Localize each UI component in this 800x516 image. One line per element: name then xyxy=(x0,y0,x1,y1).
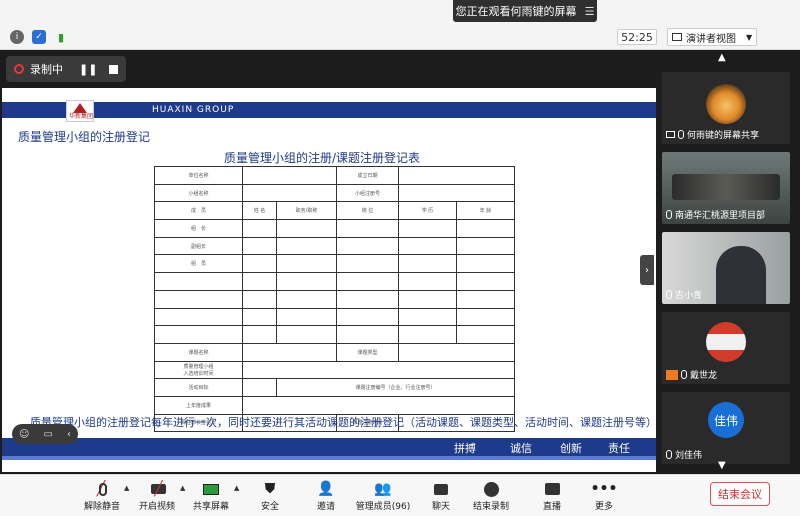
mic-icon xyxy=(666,210,672,219)
chat-button[interactable]: 聊天 xyxy=(428,479,454,512)
participant-tile[interactable]: 戴世龙 xyxy=(662,312,790,384)
live-icon xyxy=(544,479,560,499)
meeting-toolbar: ╱ 解除静音 ▲ ╱ 开启视频 ▲ 共享屏幕 ▲ ⛊ 安全 👤 邀请 👥 管理成… xyxy=(0,474,800,516)
meeting-timer: 52:25 xyxy=(617,29,657,45)
members-icon: 👥 xyxy=(374,481,392,497)
slide-note: 质量管理小组的注册登记每年进行一次，同时还要进行其活动课题的注册登记（活动课题、… xyxy=(30,416,656,429)
participant-name: 刘佳伟 xyxy=(675,451,703,461)
camera-off-icon: ╱ xyxy=(151,479,167,499)
meeting-room-video xyxy=(672,174,780,200)
mic-muted-icon: ╱ xyxy=(96,481,107,497)
floating-controls[interactable]: ☺ ▭ ‹ xyxy=(12,424,78,444)
participant-panel: ▲ 何雨键的屏幕共享 南通华汇桃源里项目部 吉小青 戴世龙 佳伟 刘佳伟 ▼ xyxy=(656,50,800,474)
table-row xyxy=(154,307,515,327)
info-icon[interactable]: i xyxy=(10,30,24,44)
avatar xyxy=(706,84,746,124)
avatar: 佳伟 xyxy=(708,402,744,438)
scroll-up-icon[interactable]: ▲ xyxy=(718,52,726,63)
table-row xyxy=(154,325,515,344)
participant-name: 吉小青 xyxy=(675,291,703,301)
view-selector-label: 演讲者视图 xyxy=(686,33,736,45)
person-video xyxy=(716,246,766,304)
avatar xyxy=(706,322,746,362)
recording-bar: 录制中 ❚❚ xyxy=(6,56,126,82)
pause-icon[interactable]: ❚❚ xyxy=(79,63,97,76)
chevron-up-icon[interactable]: ▲ xyxy=(124,484,129,492)
layout-icon xyxy=(672,33,682,41)
table-row: 组 长 xyxy=(154,219,515,238)
section-title: 质量管理小组的注册登记 xyxy=(18,130,151,144)
start-video-button[interactable]: ╱ 开启视频 xyxy=(136,479,178,512)
share-screen-button[interactable]: 共享屏幕 xyxy=(190,479,232,512)
manage-members-button[interactable]: 👥 管理成员(96) xyxy=(354,479,412,512)
participant-tile[interactable]: 吉小青 xyxy=(662,232,790,304)
table-row xyxy=(154,272,515,291)
table-row: 组 员 xyxy=(154,254,515,274)
stop-recording-button[interactable]: 结束录制 xyxy=(470,479,512,512)
motto-item: 创新 xyxy=(560,442,582,455)
motto-item: 责任 xyxy=(608,442,630,455)
table-row: 单位名称 成立日期 xyxy=(154,166,515,185)
recording-label: 录制中 xyxy=(30,63,63,76)
recording-dot-icon xyxy=(14,64,24,74)
participant-name: 南通华汇桃源里项目部 xyxy=(675,211,766,221)
banner-text: 您正在观看何雨键的屏幕 xyxy=(455,5,577,18)
table-row: 副组长 xyxy=(154,236,515,256)
table-row: 课题名称 课题类型 xyxy=(154,342,515,362)
participant-name: 戴世龙 xyxy=(690,371,718,381)
collapse-panel-button[interactable]: › xyxy=(640,255,654,285)
chevron-left-icon[interactable]: ‹ xyxy=(67,429,71,440)
emoji-icon[interactable]: ☺ xyxy=(19,429,29,440)
menu-icon[interactable]: ☰ xyxy=(585,5,595,18)
chevron-down-icon: ▼ xyxy=(746,32,753,42)
mic-icon xyxy=(678,130,684,139)
live-button[interactable]: 直播 xyxy=(540,479,564,512)
shield-icon[interactable]: ✓ xyxy=(32,30,46,44)
table-title: 质量管理小组的注册/课题注册登记表 xyxy=(224,151,421,165)
view-selector[interactable]: 演讲者视图 ▼ xyxy=(667,28,757,46)
chat-bubble-icon[interactable]: ▭ xyxy=(43,429,52,440)
table-row: 质量管理小组 入选培训时间 xyxy=(154,360,515,380)
invite-icon: 👤 xyxy=(317,481,335,497)
signal-icon[interactable]: ▮ xyxy=(54,30,68,44)
mic-icon xyxy=(666,290,672,299)
scroll-down-icon[interactable]: ▼ xyxy=(718,460,726,471)
share-screen-icon xyxy=(203,479,219,499)
participant-name: 何雨键的屏幕共享 xyxy=(687,131,760,141)
table-row: 小组名称 小组注册号 xyxy=(154,183,515,203)
table-row: 成 员姓 名职务/职称岗 位学 历年 龄 xyxy=(154,201,515,221)
participant-tile[interactable]: 佳伟 刘佳伟 xyxy=(662,392,790,464)
participant-tile[interactable]: 南通华汇桃源里项目部 xyxy=(662,152,790,224)
more-button[interactable]: ••• 更多 xyxy=(590,479,618,512)
registration-table: 单位名称 成立日期 小组名称 小组注册号 成 员姓 名职务/职称岗 位学 历年 龄 … xyxy=(154,166,515,433)
slide-footer xyxy=(2,438,656,456)
top-bar: 您正在观看何雨键的屏幕 ☰ i ✓ ▮ 52:25 演讲者视图 ▼ xyxy=(0,0,800,50)
company-logo: 华新集团 xyxy=(66,100,94,122)
user-icon xyxy=(666,369,678,380)
motto-item: 拼搏 xyxy=(454,442,476,455)
mic-icon xyxy=(666,450,672,459)
participant-tile[interactable]: 何雨键的屏幕共享 xyxy=(662,72,790,144)
chat-icon xyxy=(434,479,448,499)
table-row: 上年度成果 xyxy=(154,395,515,415)
motto-item: 诚信 xyxy=(510,442,532,455)
presentation-slide: HUAXIN GROUP 华新集团 质量管理小组的注册登记 质量管理小组的注册/… xyxy=(2,88,656,472)
mic-icon xyxy=(681,370,687,379)
stop-icon[interactable] xyxy=(109,64,119,74)
table-row xyxy=(154,289,515,309)
chevron-up-icon[interactable]: ▲ xyxy=(180,484,185,492)
chevron-up-icon[interactable]: ▲ xyxy=(234,484,239,492)
invite-button[interactable]: 👤 邀请 xyxy=(312,479,340,512)
stop-record-icon xyxy=(483,479,499,499)
shield-icon: ⛊ xyxy=(264,481,276,497)
end-meeting-button[interactable]: 结束会议 xyxy=(710,482,770,506)
table-row: 活动目标 课题注册编号（企业、行业注册号） xyxy=(154,378,515,397)
security-button[interactable]: ⛊ 安全 xyxy=(256,479,284,512)
screen-share-icon xyxy=(666,131,675,138)
viewing-banner: 您正在观看何雨键的屏幕 ☰ xyxy=(453,0,597,22)
more-icon: ••• xyxy=(590,481,618,497)
slide-header: HUAXIN GROUP xyxy=(2,102,656,118)
unmute-button[interactable]: ╱ 解除静音 xyxy=(82,479,122,512)
